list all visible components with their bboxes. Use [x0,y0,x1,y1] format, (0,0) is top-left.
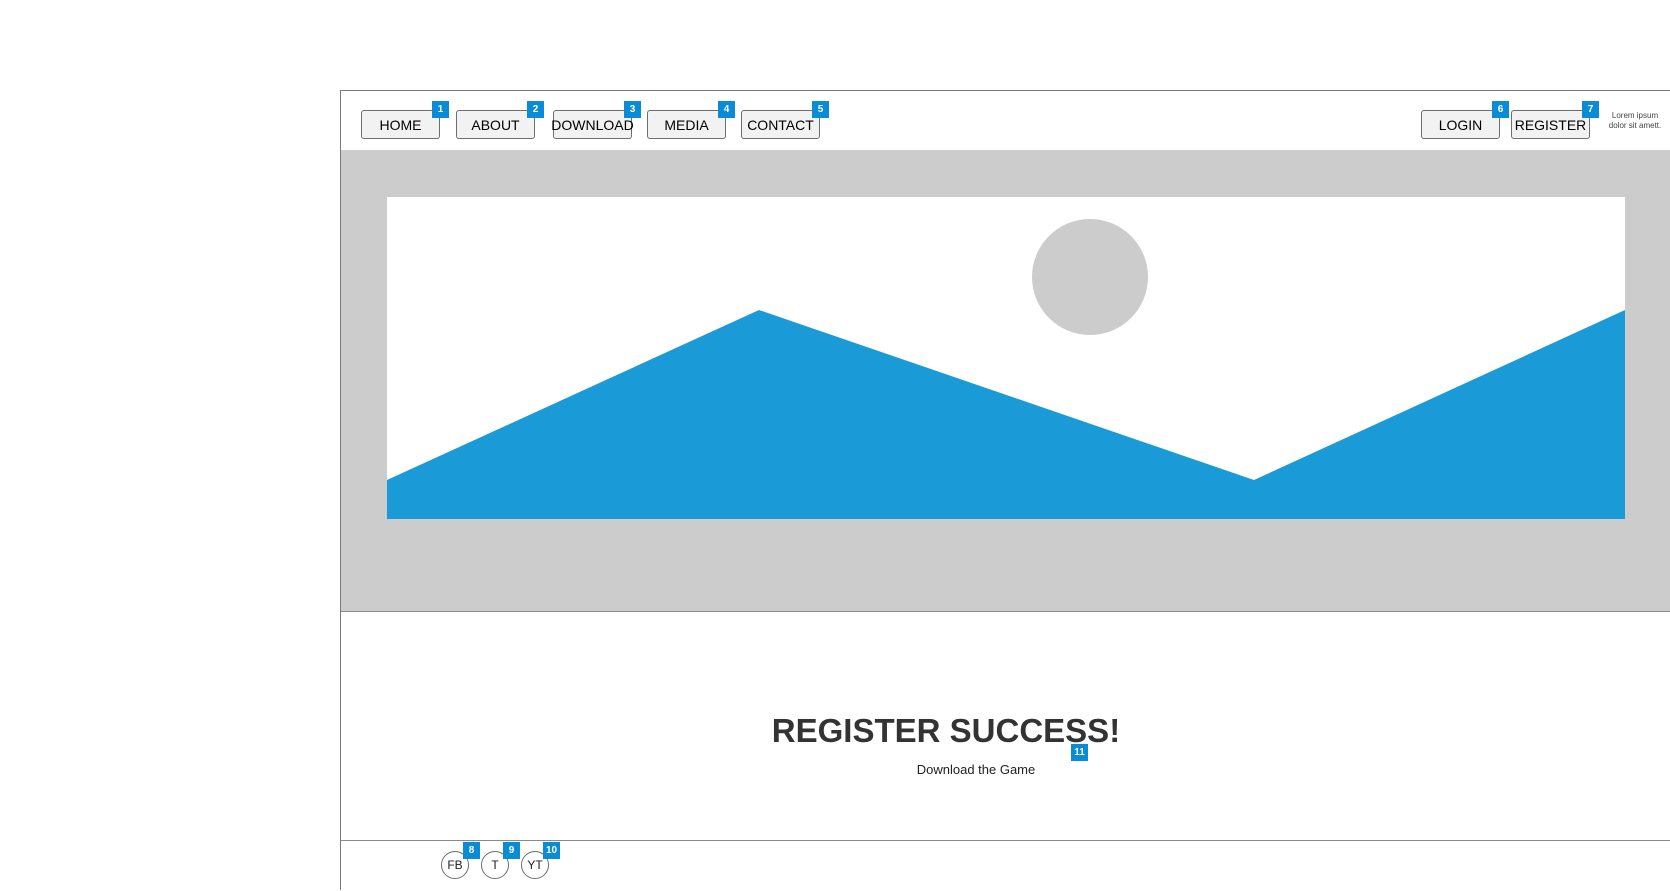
facebook-label: FB [447,858,463,872]
nav-download-badge: 3 [624,101,641,118]
nav-home-badge: 1 [432,101,449,118]
download-link-badge: 11 [1071,744,1088,761]
download-the-game-link[interactable]: Download the Game [901,762,1051,777]
page-frame: HOME 1 ABOUT 2 DOWNLOAD 3 MEDIA 4 CONTAC… [340,90,1670,891]
login-label: LOGIN [1438,116,1483,133]
nav-download-button[interactable]: DOWNLOAD [551,110,634,139]
nav-media-label: MEDIA [664,116,709,133]
sun-shape [1032,219,1148,335]
nav-home-button[interactable]: HOME [361,110,440,139]
nav-about-button[interactable]: ABOUT [456,110,535,139]
register-badge: 7 [1582,101,1599,118]
footer-bar: FB 8 T 9 YT 10 [341,841,1670,891]
nav-about-badge: 2 [527,101,544,118]
register-success-title: REGISTER SUCCESS! [771,712,1121,749]
header-lorem-text: Lorem ipsum dolor sit amett. [1605,111,1665,131]
nav-contact-button[interactable]: CONTACT [741,110,820,139]
nav-contact-badge: 5 [812,101,829,118]
hero-banner [341,151,1670,611]
nav-media-badge: 4 [718,101,735,118]
register-label: REGISTER [1514,116,1587,133]
register-success-section: REGISTER SUCCESS! Download the Game 11 [341,611,1670,841]
nav-about-label: ABOUT [471,116,520,133]
facebook-badge: 8 [463,842,480,859]
login-badge: 6 [1492,101,1509,118]
header-lorem-line-1: Lorem ipsum [1611,111,1659,120]
image-placeholder-icon [387,197,1625,519]
header-lorem-line-2: dolor sit amett. [1608,121,1662,130]
nav-contact-label: CONTACT [747,116,814,133]
youtube-label: YT [527,858,543,872]
twitter-label: T [491,858,499,872]
nav-download-label: DOWNLOAD [551,116,634,133]
login-button[interactable]: LOGIN [1421,110,1500,139]
register-button[interactable]: REGISTER [1511,110,1590,139]
nav-home-label: HOME [379,116,422,133]
nav-media-button[interactable]: MEDIA [647,110,726,139]
twitter-badge: 9 [503,842,520,859]
top-navigation-bar: HOME 1 ABOUT 2 DOWNLOAD 3 MEDIA 4 CONTAC… [341,91,1670,151]
youtube-badge: 10 [543,842,560,859]
